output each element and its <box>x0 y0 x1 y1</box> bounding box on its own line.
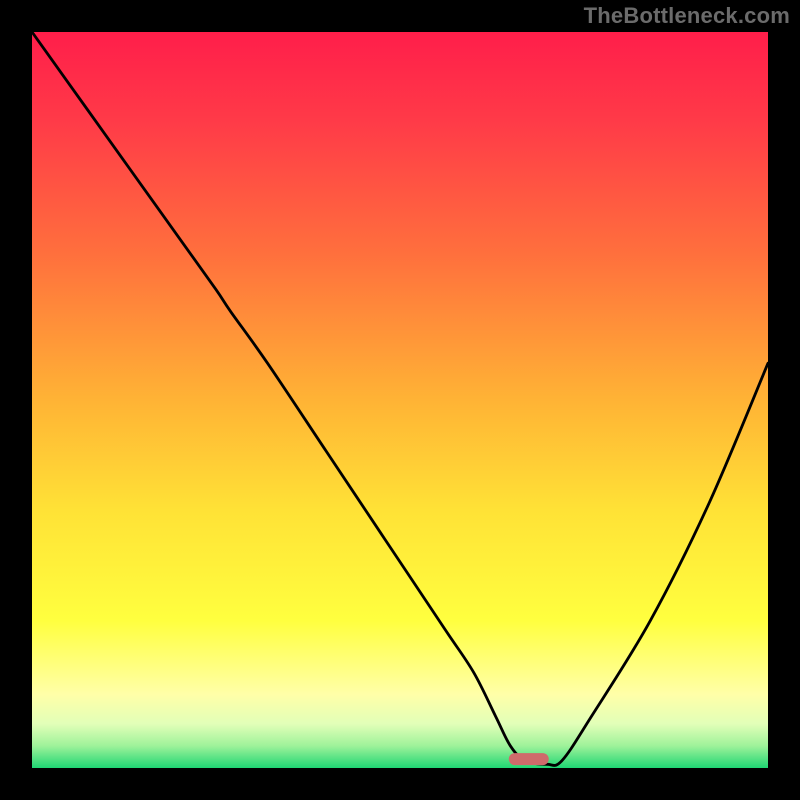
frame: TheBottleneck.com <box>0 0 800 800</box>
bottleneck-curve-path <box>32 32 768 765</box>
watermark-text: TheBottleneck.com <box>584 3 790 29</box>
curve-svg <box>32 32 768 768</box>
optimal-marker <box>509 753 549 765</box>
plot-area <box>32 32 768 768</box>
